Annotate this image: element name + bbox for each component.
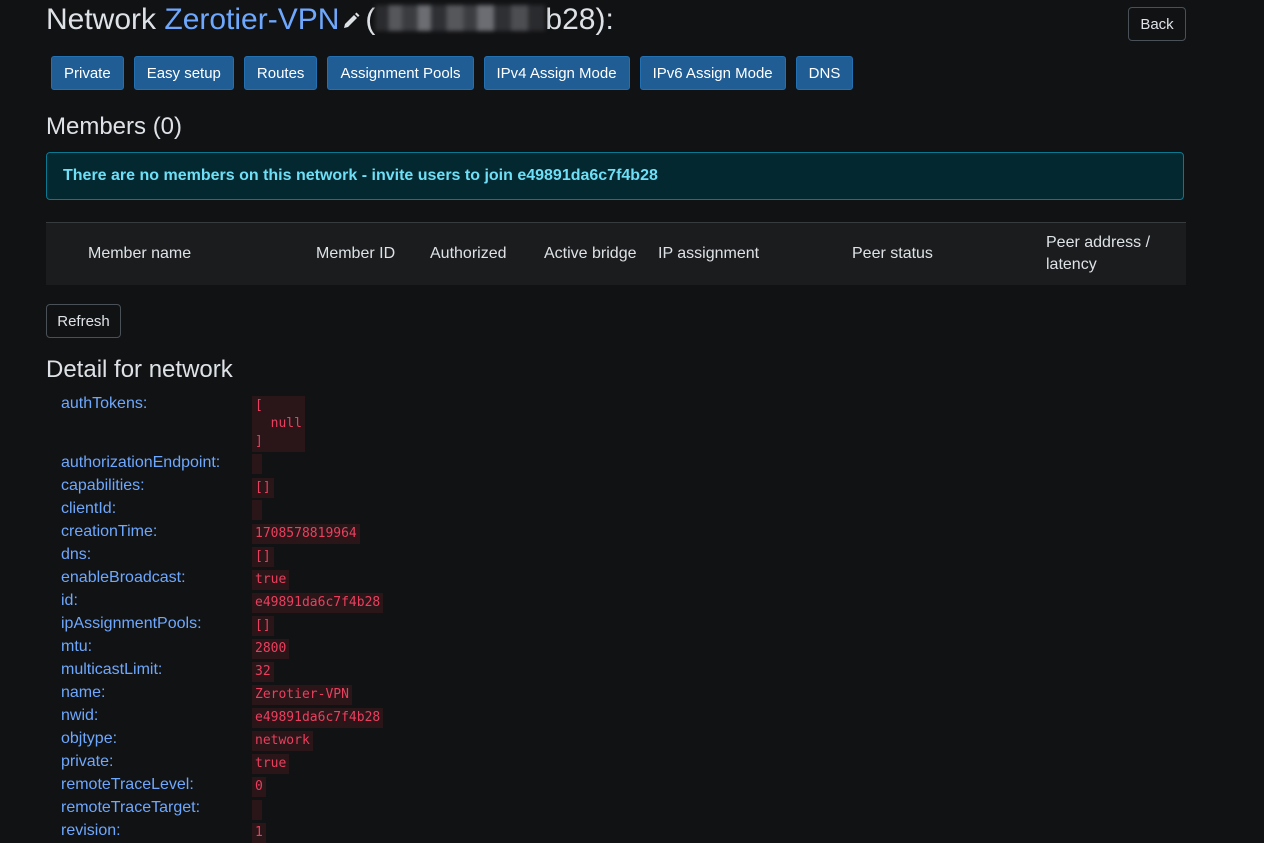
detail-heading: Detail for network xyxy=(46,356,233,383)
detail-key: remoteTraceTarget: xyxy=(61,799,201,816)
detail-value xyxy=(252,800,262,820)
detail-value: [] xyxy=(252,616,274,636)
detail-key: enableBroadcast: xyxy=(61,569,186,586)
detail-key: revision: xyxy=(61,822,121,839)
network-toolbar: Private Easy setup Routes Assignment Poo… xyxy=(51,56,854,90)
easy-setup-button[interactable]: Easy setup xyxy=(133,56,234,90)
col-authorized[interactable]: Authorized xyxy=(430,243,507,265)
detail-value: true xyxy=(252,754,290,774)
members-table-header: Member name Member ID Authorized Active … xyxy=(46,222,1186,285)
back-button[interactable]: Back xyxy=(1128,7,1186,41)
network-id-suffix: b28): xyxy=(545,3,614,36)
detail-key: private: xyxy=(61,753,114,770)
detail-key: creationTime: xyxy=(61,523,158,540)
detail-value: 2800 xyxy=(252,639,290,659)
network-name[interactable]: Zerotier-VPN xyxy=(164,3,339,36)
pencil-icon[interactable] xyxy=(341,11,361,31)
detail-value: [ null ] xyxy=(252,396,305,452)
detail-key: nwid: xyxy=(61,707,99,724)
detail-value xyxy=(252,500,262,520)
detail-key: objtype: xyxy=(61,730,118,747)
detail-key: id: xyxy=(61,592,78,609)
detail-key: dns: xyxy=(61,546,92,563)
no-members-alert: There are no members on this network - i… xyxy=(46,152,1184,200)
col-active-bridge[interactable]: Active bridge xyxy=(544,243,637,265)
detail-key: remoteTraceLevel: xyxy=(61,776,194,793)
col-member-name[interactable]: Member name xyxy=(88,243,191,265)
detail-key: authTokens: xyxy=(61,395,148,412)
dns-button[interactable]: DNS xyxy=(795,56,854,90)
detail-key: ipAssignmentPools: xyxy=(61,615,202,632)
network-id-open: ( xyxy=(365,3,376,36)
detail-value: e49891da6c7f4b28 xyxy=(252,593,384,613)
detail-key: authorizationEndpoint: xyxy=(61,454,221,471)
detail-value xyxy=(252,454,262,474)
col-peer-status[interactable]: Peer status xyxy=(852,243,933,265)
detail-key: multicastLimit: xyxy=(61,661,163,678)
detail-value: [] xyxy=(252,478,274,498)
members-heading: Members (0) xyxy=(46,113,183,140)
detail-value: 32 xyxy=(252,662,274,682)
refresh-button[interactable]: Refresh xyxy=(46,304,121,338)
col-member-id[interactable]: Member ID xyxy=(316,243,395,265)
detail-key: capabilities: xyxy=(61,477,145,494)
detail-value: Zerotier-VPN xyxy=(252,685,352,705)
detail-key: name: xyxy=(61,684,106,701)
private-button[interactable]: Private xyxy=(51,56,124,90)
detail-key: clientId: xyxy=(61,500,117,517)
detail-value: [] xyxy=(252,547,274,567)
detail-value: 1708578819964 xyxy=(252,524,360,544)
title-prefix: Network xyxy=(46,3,157,36)
detail-value: e49891da6c7f4b28 xyxy=(252,708,384,728)
ipv4-assign-mode-button[interactable]: IPv4 Assign Mode xyxy=(483,56,630,90)
detail-value: 0 xyxy=(252,777,266,797)
assignment-pools-button[interactable]: Assignment Pools xyxy=(327,56,474,90)
detail-value: true xyxy=(252,570,290,590)
network-id-blurred xyxy=(375,5,546,32)
col-peer-address-latency[interactable]: Peer address / latency xyxy=(1046,232,1171,276)
detail-key: mtu: xyxy=(61,638,93,655)
routes-button[interactable]: Routes xyxy=(243,56,318,90)
detail-value: network xyxy=(252,731,313,751)
ipv6-assign-mode-button[interactable]: IPv6 Assign Mode xyxy=(639,56,786,90)
detail-value: 1 xyxy=(252,823,266,843)
page-title: Network Zerotier-VPN ( b28): xyxy=(46,3,614,37)
col-ip-assignment[interactable]: IP assignment xyxy=(658,243,759,265)
